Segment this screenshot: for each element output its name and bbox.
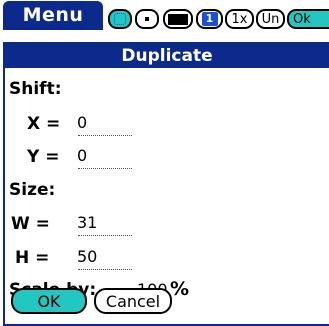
menu-tab[interactable]: Menu xyxy=(3,1,103,30)
x-shift-field[interactable]: 0 xyxy=(77,113,87,132)
width-field[interactable]: 31 xyxy=(77,213,97,232)
ok-button[interactable]: OK xyxy=(11,288,87,314)
shift-heading: Shift: xyxy=(9,79,62,99)
one-label: 1 xyxy=(201,12,218,26)
height-field[interactable]: 50 xyxy=(77,247,97,266)
one-button[interactable]: 1 xyxy=(196,9,223,29)
y-shift-field[interactable]: 0 xyxy=(77,146,87,165)
x-shift-underline xyxy=(78,134,132,136)
y-label: Y = xyxy=(27,147,60,167)
width-underline xyxy=(78,234,132,236)
ok-toolbar-button[interactable]: Ok xyxy=(287,9,329,29)
h-label: H = xyxy=(15,248,50,268)
x-label: X = xyxy=(27,114,61,134)
selection-icon xyxy=(114,13,126,25)
cancel-button[interactable]: Cancel xyxy=(94,288,172,314)
zoom-button[interactable]: 1x xyxy=(225,9,254,29)
fill-color-button[interactable] xyxy=(163,9,193,29)
dialog-title: Duplicate xyxy=(5,44,329,68)
ok-button-label: OK xyxy=(37,291,61,311)
w-label: W = xyxy=(11,214,50,234)
zoom-label: 1x xyxy=(231,11,248,27)
scale-unit: % xyxy=(170,278,190,300)
selection-tool-button[interactable] xyxy=(108,9,132,29)
dot-brush-button[interactable] xyxy=(135,9,159,29)
size-heading: Size: xyxy=(9,180,56,200)
duplicate-dialog: Duplicate Shift: X = 0 Y = 0 Size: W = 3… xyxy=(3,42,329,326)
ok-toolbar-label: Ok xyxy=(293,11,311,27)
cancel-button-label: Cancel xyxy=(105,291,161,311)
screen: Menu 1 1x Un Ok Duplicate Shift: X = 0 Y… xyxy=(0,0,329,326)
y-shift-underline xyxy=(78,167,132,169)
fill-black-icon xyxy=(168,13,188,25)
undo-button[interactable]: Un xyxy=(256,9,285,29)
toolbar: Menu 1 1x Un Ok xyxy=(0,0,329,32)
undo-label: Un xyxy=(261,11,280,27)
dot-brush-icon xyxy=(145,17,149,21)
height-underline xyxy=(78,268,132,270)
